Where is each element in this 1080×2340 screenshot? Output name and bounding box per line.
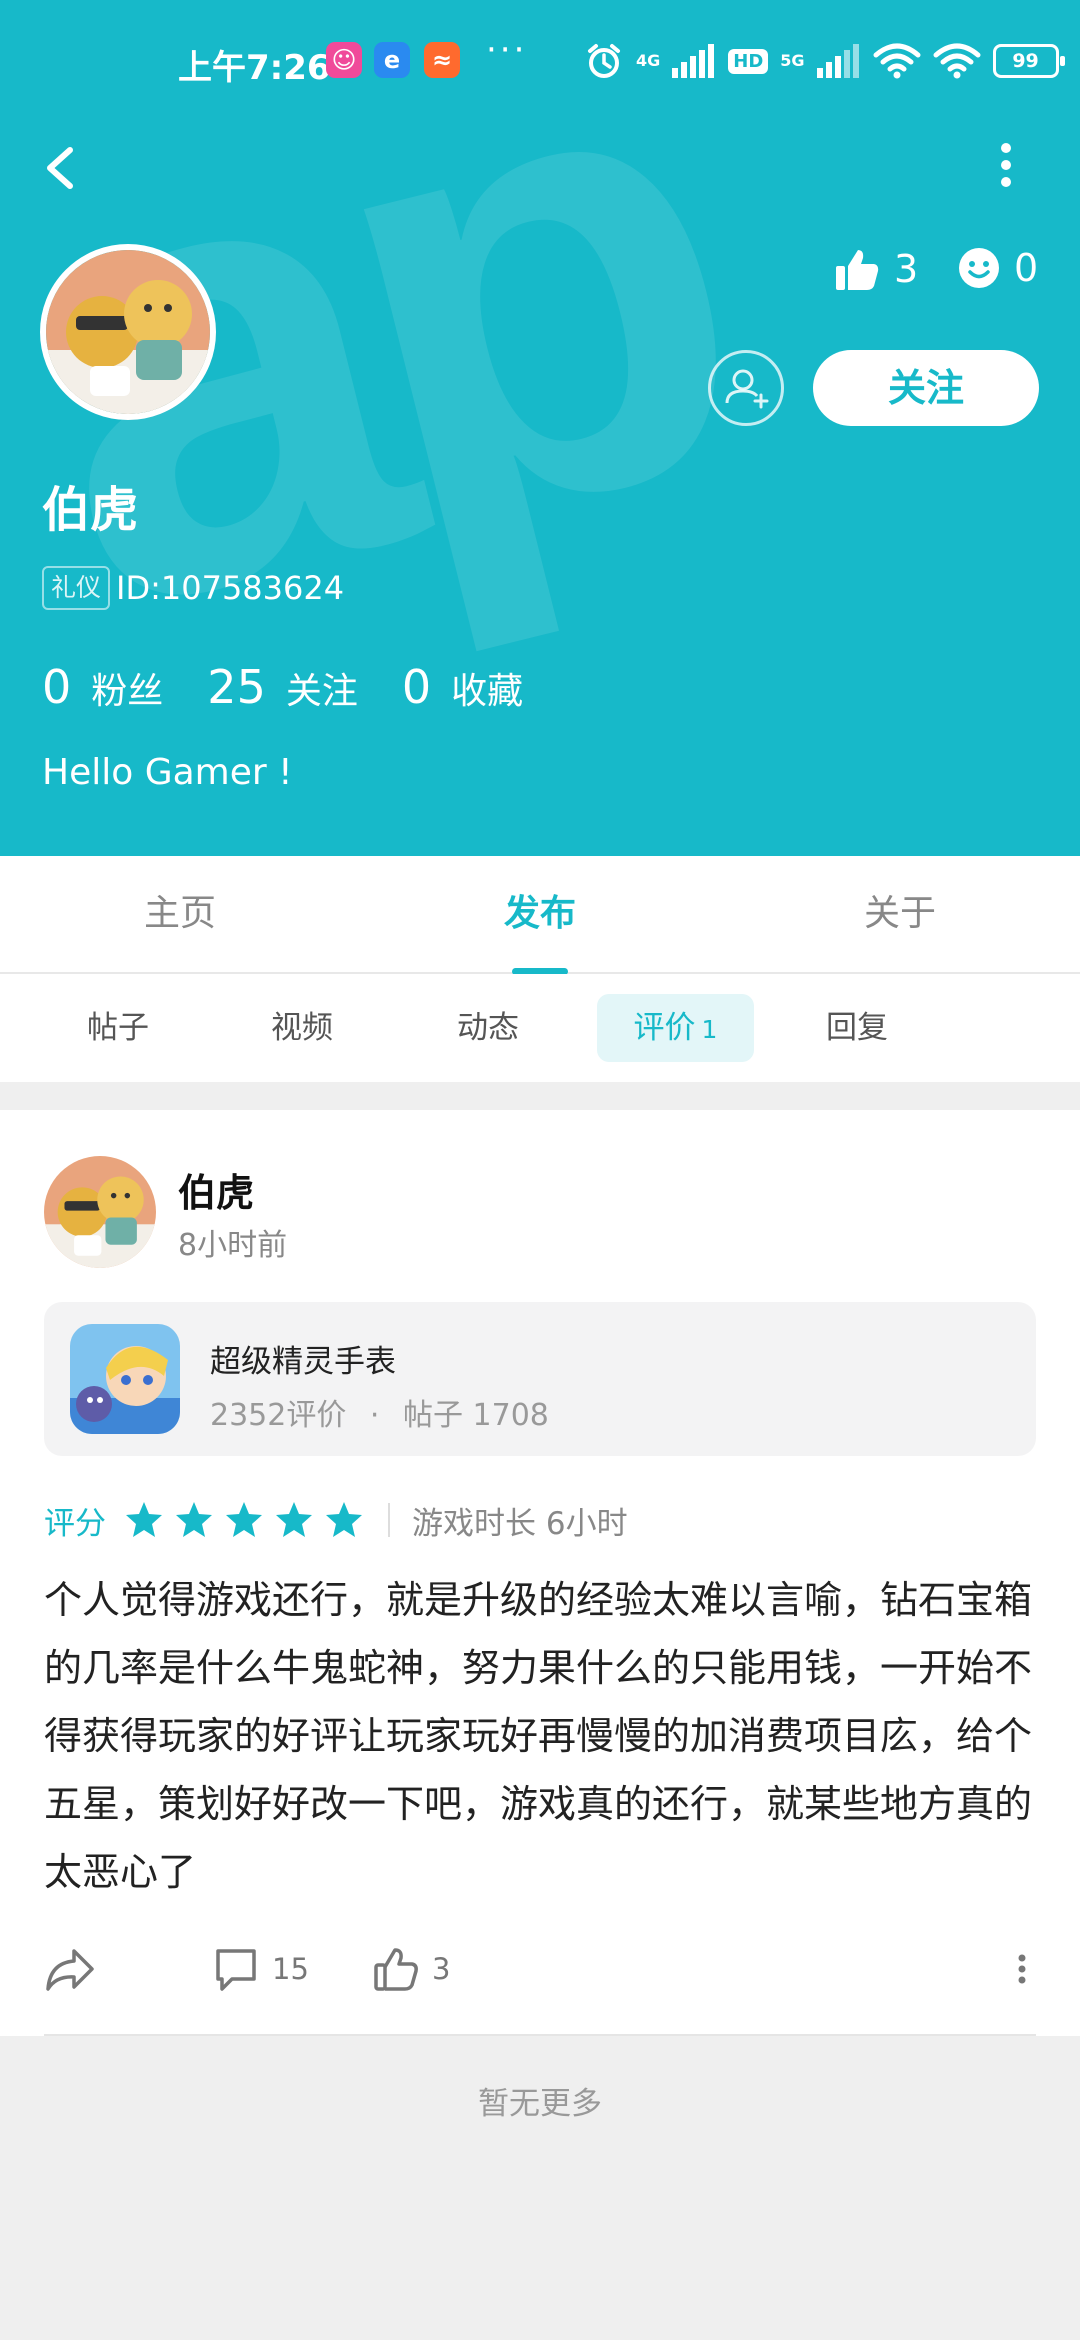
play-time: 游戏时长 6小时 (412, 1505, 628, 1542)
star-icon (176, 1502, 212, 1537)
subtab-threads[interactable]: 帖子 (58, 994, 178, 1062)
like-button[interactable]: 3 (372, 1936, 450, 2002)
subtab-reviews-count: 1 (701, 1015, 718, 1044)
author-avatar[interactable] (44, 1156, 156, 1268)
review-card[interactable]: 伯虎 8小时前 超级精灵手表 2352评价 · 帖子 1708 评分 游戏时长 … (0, 1110, 1080, 2036)
review-text[interactable]: 个人觉得游戏还行，就是升级的经验太难以言喻，钻石宝箱的几率是什么牛鬼蛇神，努力果… (44, 1566, 1044, 1906)
favorites-count[interactable]: 0 (402, 660, 431, 714)
follow-button[interactable]: 关注 (813, 350, 1039, 426)
thumbs-up-outline-icon (374, 1948, 418, 1991)
star-icon (126, 1502, 162, 1537)
smile-icon (959, 248, 999, 288)
star-icon (226, 1502, 262, 1537)
smiles-count: 0 (1014, 246, 1039, 290)
subtab-videos-label: 视频 (271, 1010, 333, 1046)
author-avatar-image (44, 1156, 156, 1268)
following-count[interactable]: 25 (207, 660, 266, 714)
like-count: 3 (432, 1952, 451, 1986)
card-divider (44, 2034, 1036, 2036)
profile-bio: Hello Gamer ! (42, 752, 293, 793)
add-user-icon (725, 369, 769, 409)
game-info-card[interactable]: 超级精灵手表 2352评价 · 帖子 1708 (44, 1302, 1036, 1456)
game-icon-image (70, 1324, 180, 1434)
signal-icon-2 (816, 44, 859, 78)
game-icon (70, 1324, 180, 1434)
smiles-stat: 0 (958, 246, 1038, 290)
likes-stat: 3 (834, 246, 918, 292)
status-time: 上午7:26 (178, 48, 331, 88)
system-icons: 4G HD 5G 99 (584, 36, 1065, 86)
main-tab-bar: 主页 发布 关于 (0, 856, 1080, 974)
alarm-icon (588, 44, 620, 78)
user-id: ID:107583624 (116, 569, 345, 607)
more-vertical-icon (1001, 143, 1011, 187)
subtab-replies-label: 回复 (826, 1010, 888, 1046)
rating-label: 评分 (44, 1505, 106, 1542)
subtab-moments[interactable]: 动态 (428, 994, 548, 1062)
tab-about[interactable]: 关于 (720, 856, 1080, 972)
more-notifications-icon: ··· (486, 30, 528, 70)
review-actions: 15 3 (44, 1936, 1040, 2002)
subtab-replies[interactable]: 回复 (797, 994, 917, 1062)
wifi-icon (873, 43, 921, 79)
rating-row: 评分 游戏时长 6小时 (44, 1494, 628, 1546)
following-label[interactable]: 关注 (286, 662, 358, 714)
rating-divider (388, 1503, 390, 1537)
star-icon (326, 1502, 362, 1537)
battery-icon: 99 (992, 44, 1065, 78)
chevron-left-icon (47, 147, 73, 189)
review-more-button[interactable] (1010, 1936, 1034, 2002)
subtab-threads-label: 帖子 (87, 1010, 149, 1046)
comment-icon (216, 1949, 256, 1991)
subtab-moments-label: 动态 (457, 1010, 519, 1046)
more-options-button[interactable] (990, 130, 1030, 200)
subtab-reviews[interactable]: 评价 1 (597, 994, 754, 1062)
add-friend-button[interactable] (708, 350, 784, 426)
profile-counts: 0 粉丝 25 关注 0 收藏 (42, 660, 567, 714)
network-5g-label: 5G (780, 51, 805, 70)
subtab-videos[interactable]: 视频 (242, 994, 362, 1062)
game-stats: 2352评价 · 帖子 1708 (210, 1390, 549, 1434)
shop-notification-icon: ≈ (424, 42, 460, 78)
subtab-reviews-label: 评价 (633, 1010, 696, 1046)
game-post-count: 帖子 1708 (403, 1398, 549, 1433)
more-vertical-icon (1018, 1954, 1026, 1984)
game-name: 超级精灵手表 (210, 1344, 396, 1380)
followers-label[interactable]: 粉丝 (91, 662, 163, 714)
likes-count: 3 (894, 247, 919, 291)
comment-count: 15 (272, 1952, 309, 1986)
share-icon (46, 1949, 94, 1991)
tab-home[interactable]: 主页 (0, 856, 360, 972)
profile-header: ap 上午7:26 ☺ e ≈ ··· 4G HD 5G 99 3 0 关注 伯… (0, 0, 1080, 856)
post-time: 8小时前 (178, 1228, 288, 1263)
profile-avatar[interactable] (40, 244, 216, 420)
user-tag-badge: 礼仪 (42, 566, 111, 610)
avatar-image (46, 250, 210, 414)
favorites-label[interactable]: 收藏 (451, 662, 523, 714)
game-stats-separator: · (369, 1398, 380, 1433)
sub-tab-bar: 帖子 视频 动态 评价 1 回复 (0, 974, 1080, 1082)
tab-posts[interactable]: 发布 (360, 856, 720, 972)
end-of-list-text: 暂无更多 (478, 2086, 602, 2122)
thumbs-up-icon (836, 250, 879, 290)
followers-count[interactable]: 0 (42, 660, 71, 714)
wifi-icon-2 (933, 43, 981, 79)
browser-notification-icon: e (374, 42, 410, 78)
app-notification-icon: ☺ (326, 42, 362, 78)
hd-voice-icon: HD (728, 48, 769, 74)
status-bar: 上午7:26 ☺ e ≈ ··· 4G HD 5G 99 (0, 0, 1080, 124)
author-name[interactable]: 伯虎 (178, 1162, 254, 1217)
star-icon (276, 1502, 312, 1537)
profile-username: 伯虎 (42, 482, 139, 538)
signal-icon (672, 44, 715, 78)
comment-button[interactable]: 15 (212, 1936, 309, 2002)
share-button[interactable] (44, 1936, 96, 2002)
game-review-count: 2352评价 (210, 1398, 347, 1433)
network-4g-label: 4G (636, 51, 661, 70)
back-button[interactable] (34, 130, 94, 200)
